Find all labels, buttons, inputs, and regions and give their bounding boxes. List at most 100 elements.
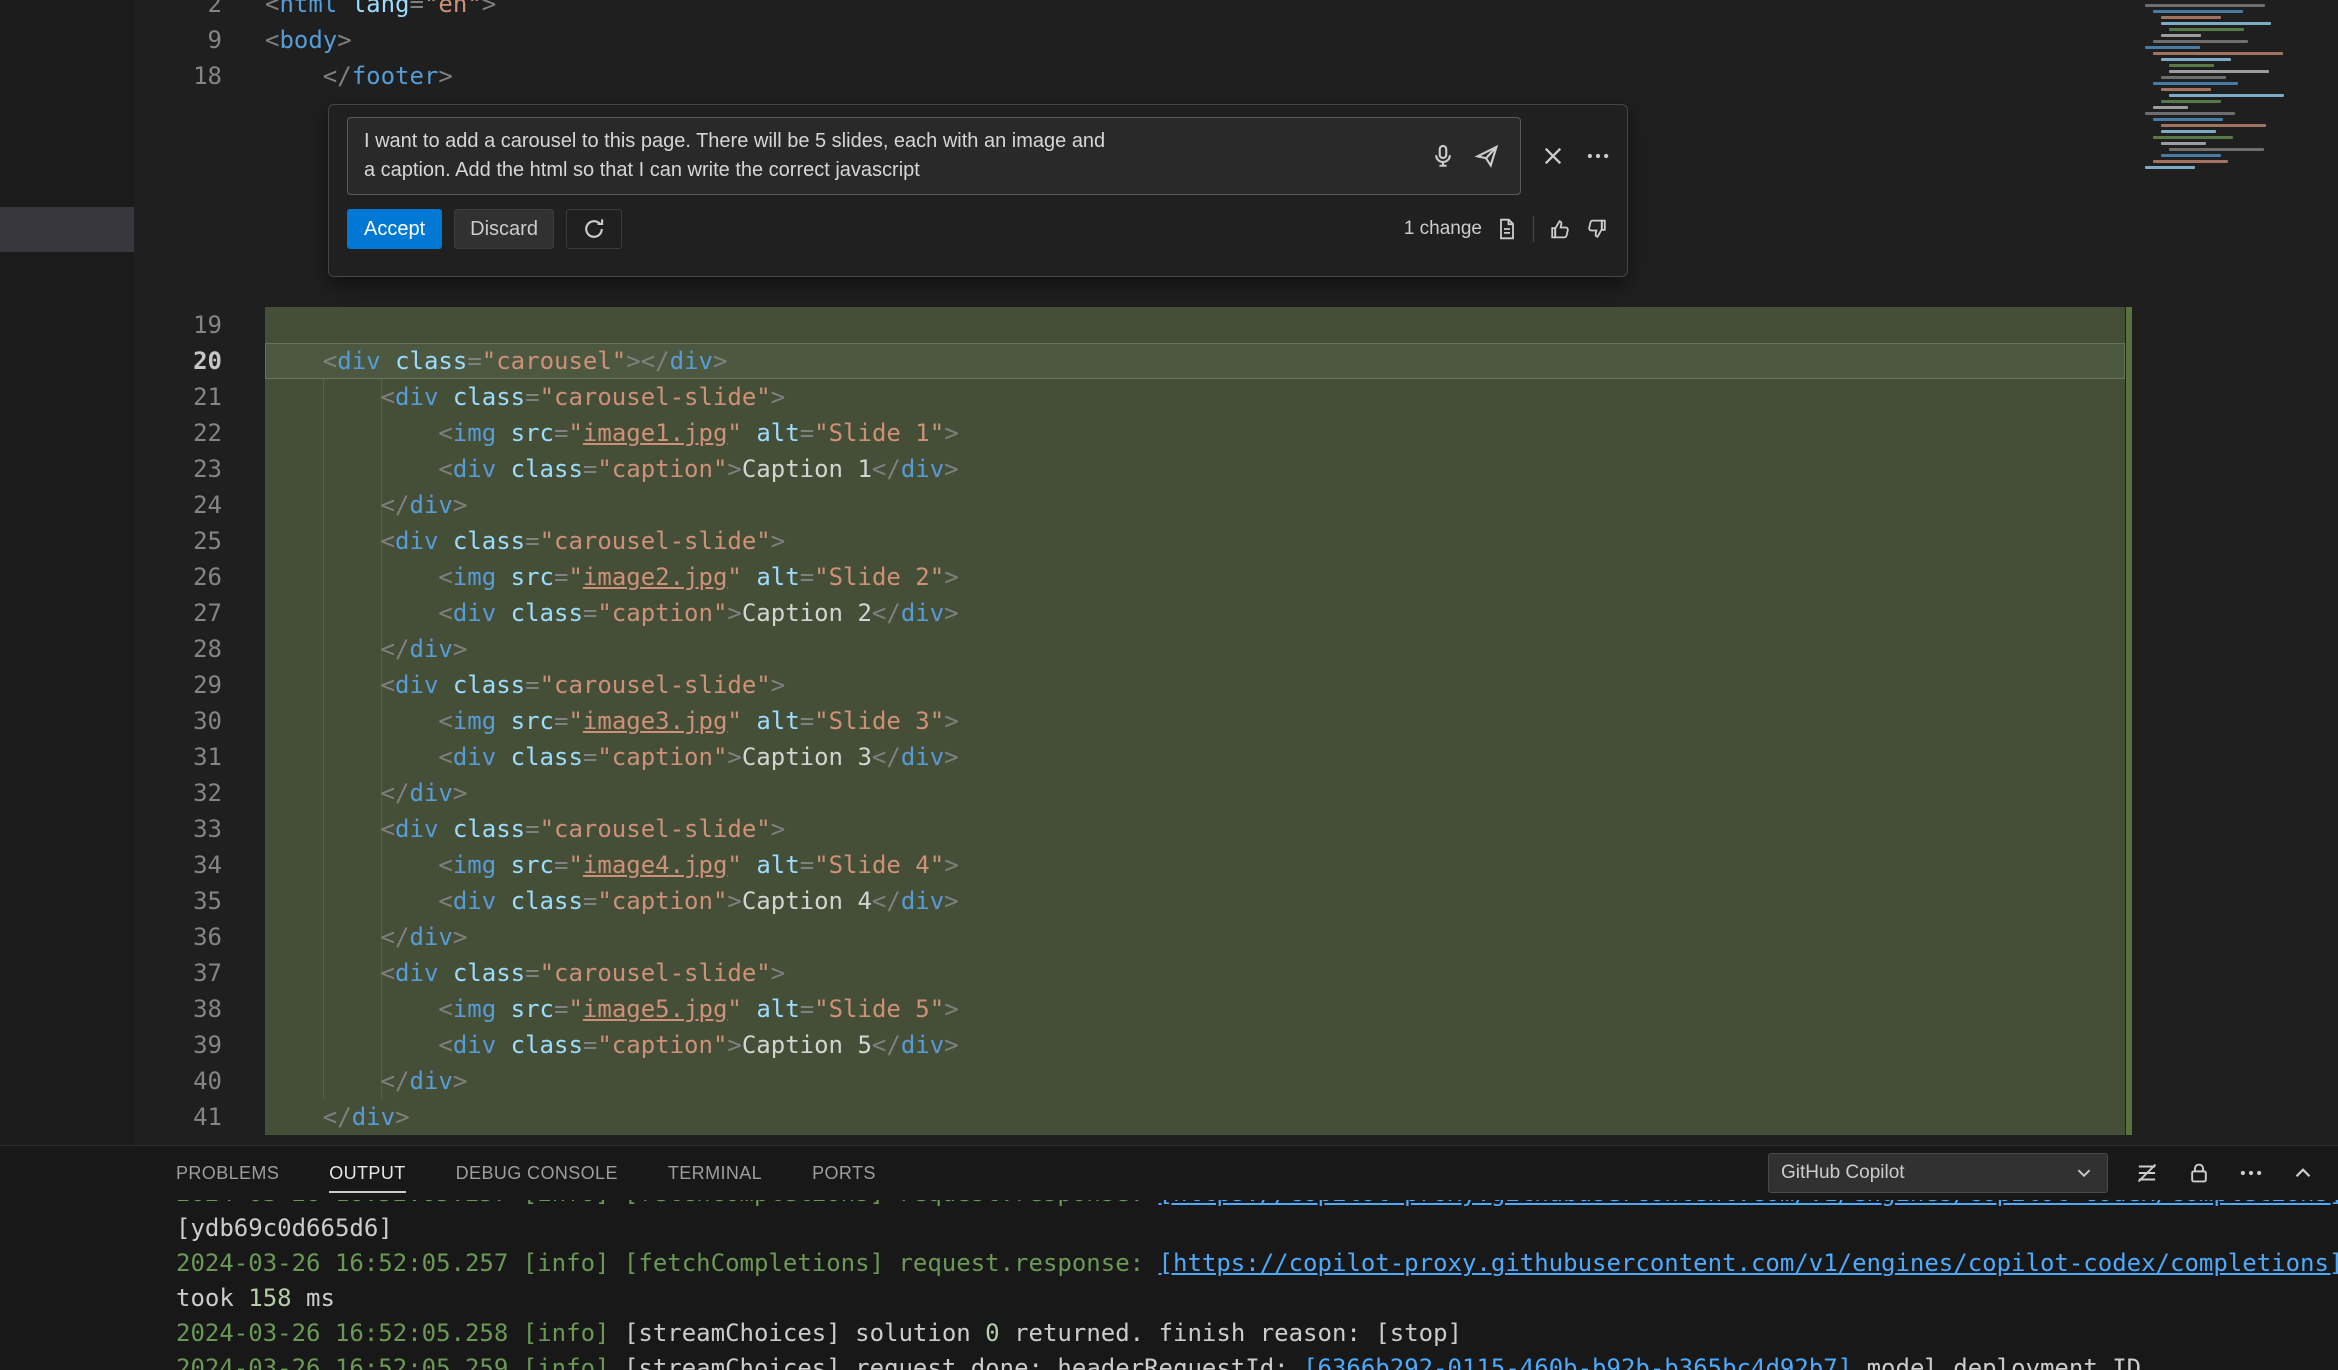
minimap-line bbox=[2145, 46, 2200, 49]
link[interactable]: [https://copilot-proxy.githubusercontent… bbox=[1159, 1249, 2338, 1277]
token bbox=[438, 815, 452, 843]
token: Caption 5 bbox=[742, 1031, 872, 1059]
token: > bbox=[453, 635, 467, 663]
maximize-panel-icon[interactable] bbox=[2290, 1160, 2316, 1186]
divider bbox=[1533, 216, 1534, 242]
more-actions-icon[interactable] bbox=[1585, 143, 1611, 169]
token: > bbox=[944, 1031, 958, 1059]
link[interactable]: image4.jpg bbox=[583, 851, 728, 879]
link[interactable]: [https://copilot-proxy.githubusercontent… bbox=[1159, 1200, 2338, 1207]
code-line[interactable]: 29 <div class="carousel-slide"> bbox=[134, 667, 2338, 703]
thumbs-down-icon[interactable] bbox=[1585, 217, 1609, 241]
minimap-line bbox=[2153, 136, 2233, 139]
code-line[interactable]: 2<html lang="en"> bbox=[134, 0, 2338, 22]
token: div bbox=[453, 455, 496, 483]
token bbox=[337, 0, 351, 18]
editor[interactable]: 2<html lang="en">9<body>18 </footer> 192… bbox=[134, 0, 2338, 1145]
code-line[interactable]: 36 </div> bbox=[134, 919, 2338, 955]
code-line[interactable]: 28 </div> bbox=[134, 631, 2338, 667]
line-number: 19 bbox=[134, 307, 222, 343]
token: = bbox=[410, 0, 424, 18]
code-line[interactable]: 37 <div class="carousel-slide"> bbox=[134, 955, 2338, 991]
token: div bbox=[395, 527, 438, 555]
link[interactable]: [6366b292-0115-460b-b92b-b365bc4d92b7] bbox=[1303, 1354, 1852, 1370]
code-line[interactable]: 40 </div> bbox=[134, 1063, 2338, 1099]
token: </ bbox=[381, 491, 410, 519]
token: > bbox=[727, 1031, 741, 1059]
close-icon[interactable] bbox=[1540, 143, 1566, 169]
code-line[interactable]: 18 </footer> bbox=[134, 58, 2338, 94]
code-line[interactable]: 34 <img src="image4.jpg" alt="Slide 4"> bbox=[134, 847, 2338, 883]
code-line[interactable]: 19 bbox=[134, 307, 2338, 343]
sidebar-selected-item[interactable] bbox=[0, 207, 134, 252]
link[interactable]: image2.jpg bbox=[583, 563, 728, 591]
clear-output-icon[interactable] bbox=[2134, 1160, 2160, 1186]
token: > bbox=[453, 923, 467, 951]
code-line[interactable]: 35 <div class="caption">Caption 4</div> bbox=[134, 883, 2338, 919]
regenerate-button[interactable] bbox=[566, 209, 622, 249]
minimap-line bbox=[2169, 28, 2244, 31]
token: < bbox=[438, 851, 452, 879]
minimap-line bbox=[2153, 40, 2248, 43]
code-line[interactable]: 22 <img src="image1.jpg" alt="Slide 1"> bbox=[134, 415, 2338, 451]
code-line[interactable]: 23 <div class="caption">Caption 1</div> bbox=[134, 451, 2338, 487]
code-line[interactable]: 20 <div class="carousel"></div> bbox=[134, 343, 2338, 379]
panel-tab-debug-console[interactable]: DEBUG CONSOLE bbox=[456, 1146, 618, 1200]
token bbox=[496, 599, 510, 627]
panel-tab-problems[interactable]: PROBLEMS bbox=[176, 1146, 279, 1200]
token: class bbox=[453, 815, 525, 843]
panel-tab-terminal[interactable]: TERMINAL bbox=[668, 1146, 762, 1200]
accept-button[interactable]: Accept bbox=[347, 209, 442, 249]
code-line[interactable]: 38 <img src="image5.jpg" alt="Slide 5"> bbox=[134, 991, 2338, 1027]
minimap-line bbox=[2153, 10, 2243, 13]
token: "Slide 2" bbox=[814, 563, 944, 591]
token: "carousel-slide" bbox=[540, 383, 771, 411]
token: div bbox=[901, 1031, 944, 1059]
token bbox=[742, 563, 756, 591]
code-line[interactable]: 25 <div class="carousel-slide"> bbox=[134, 523, 2338, 559]
line-number: 32 bbox=[134, 775, 222, 811]
panel-more-actions-icon[interactable] bbox=[2238, 1160, 2264, 1186]
token: > bbox=[944, 419, 958, 447]
discard-button[interactable]: Discard bbox=[454, 209, 554, 249]
code-line[interactable]: 31 <div class="caption">Caption 3</div> bbox=[134, 739, 2338, 775]
code-line[interactable]: 27 <div class="caption">Caption 2</div> bbox=[134, 595, 2338, 631]
code-line[interactable]: 26 <img src="image2.jpg" alt="Slide 2"> bbox=[134, 559, 2338, 595]
code-line[interactable]: 24 </div> bbox=[134, 487, 2338, 523]
code-line[interactable]: 39 <div class="caption">Caption 5</div> bbox=[134, 1027, 2338, 1063]
token: took bbox=[176, 1284, 248, 1312]
microphone-icon[interactable] bbox=[1430, 143, 1456, 169]
panel-tab-ports[interactable]: PORTS bbox=[812, 1146, 876, 1200]
diff-icon[interactable] bbox=[1495, 217, 1519, 241]
panel-tab-output[interactable]: OUTPUT bbox=[329, 1146, 405, 1200]
token bbox=[265, 995, 438, 1023]
minimap-line bbox=[2161, 154, 2221, 157]
output-channel-select[interactable]: GitHub Copilot bbox=[1768, 1153, 2108, 1193]
thumbs-up-icon[interactable] bbox=[1548, 217, 1572, 241]
token: < bbox=[265, 0, 279, 18]
link[interactable]: image5.jpg bbox=[583, 995, 728, 1023]
code-line[interactable]: 33 <div class="carousel-slide"> bbox=[134, 811, 2338, 847]
code-line[interactable]: 9<body> bbox=[134, 22, 2338, 58]
log-line: 2024-03-26 16:52:05.259 [info] [streamCh… bbox=[176, 1351, 2338, 1370]
code-line[interactable]: 21 <div class="carousel-slide"> bbox=[134, 379, 2338, 415]
token: " bbox=[727, 563, 741, 591]
token: alt bbox=[756, 995, 799, 1023]
send-icon[interactable] bbox=[1474, 143, 1500, 169]
token: > bbox=[944, 743, 958, 771]
line-number: 21 bbox=[134, 379, 222, 415]
code-line[interactable]: 32 </div> bbox=[134, 775, 2338, 811]
code-line[interactable]: 30 <img src="image3.jpg" alt="Slide 3"> bbox=[134, 703, 2338, 739]
token: = bbox=[525, 959, 539, 987]
link[interactable]: image3.jpg bbox=[583, 707, 728, 735]
line-number: 27 bbox=[134, 595, 222, 631]
code-line[interactable]: 41 </div> bbox=[134, 1099, 2338, 1135]
chat-input[interactable]: I want to add a carousel to this page. T… bbox=[347, 117, 1521, 195]
lock-icon[interactable] bbox=[2186, 1160, 2212, 1186]
token: = bbox=[525, 383, 539, 411]
token: > bbox=[771, 959, 785, 987]
token: = bbox=[583, 1031, 597, 1059]
minimap[interactable] bbox=[2135, 0, 2338, 1145]
link[interactable]: image1.jpg bbox=[583, 419, 728, 447]
token: > bbox=[453, 491, 467, 519]
